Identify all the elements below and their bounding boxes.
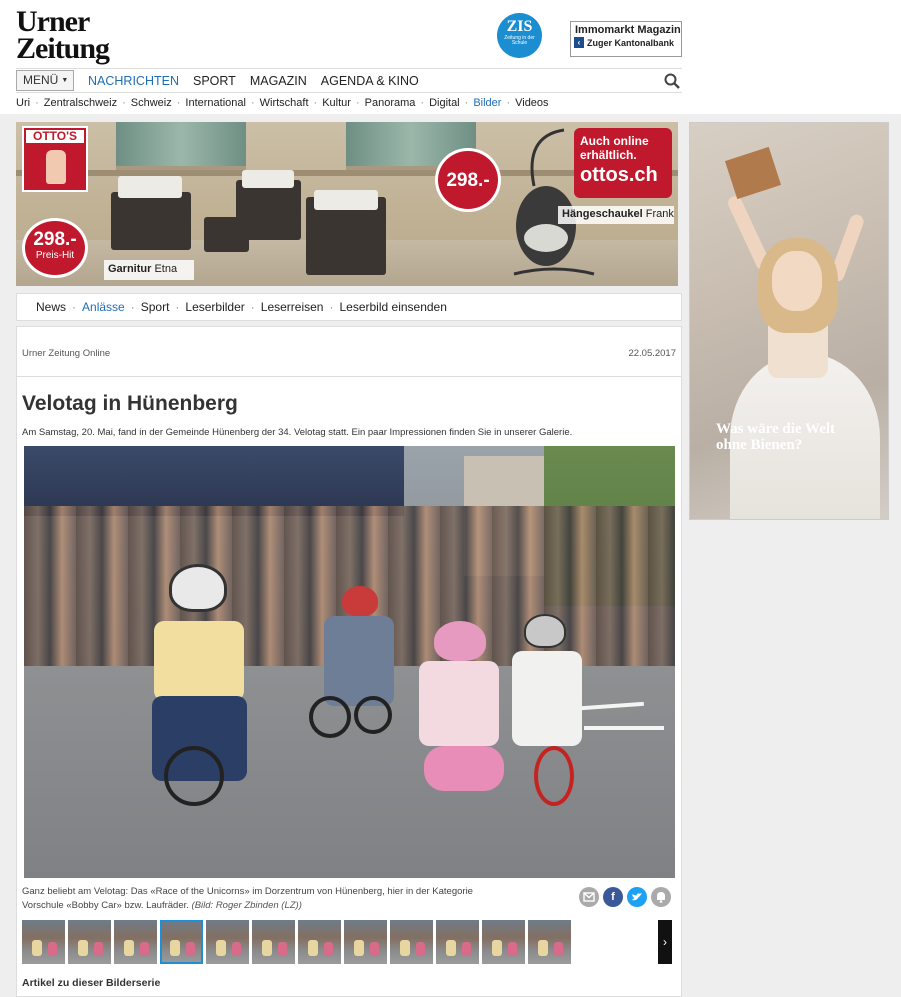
logo-line1: Urner (16, 5, 90, 38)
gallery-thumbnail[interactable] (206, 920, 249, 964)
gallery-thumbnail[interactable] (436, 920, 479, 964)
nav-item-sport[interactable]: SPORT (193, 74, 236, 88)
zis-logo[interactable]: ZIS Zeitung in der Schule (497, 13, 542, 58)
gallery-thumbnail[interactable] (298, 920, 341, 964)
immomarkt-title: Immomarkt Magazin (575, 24, 681, 36)
sidebar-ad[interactable]: Was wäre die Welt ohne Bienen? (689, 122, 889, 520)
nav-item-agenda-kino[interactable]: AGENDA & KINO (321, 74, 419, 88)
subnav-item-digital[interactable]: Digital (429, 97, 460, 113)
ottos-logo: OTTO'S (22, 126, 88, 192)
zis-subtitle: Zeitung in der Schule (504, 35, 535, 46)
facebook-icon[interactable]: f (603, 887, 623, 907)
article-date: 22.05.2017 (628, 348, 676, 359)
subnav-item-videos[interactable]: Videos (515, 97, 548, 113)
price-hit-value: 298.- (33, 229, 77, 250)
chevron-down-icon: ▼ (61, 77, 69, 84)
gallery-thumbnail[interactable] (482, 920, 525, 964)
online-url: ottos.ch (580, 164, 658, 186)
immomarkt-sponsor: ‹ Zuger Kantonalbank (571, 37, 681, 48)
article: Urner Zeitung Online 22.05.2017 Velotag … (16, 326, 682, 997)
zis-title: ZIS (506, 18, 533, 35)
bell-icon[interactable] (651, 887, 671, 907)
menu-button-label: MENÜ (23, 73, 59, 87)
product-label-haengeschaukel: Hängeschaukel Frank (558, 206, 674, 224)
subnav-item-schweiz[interactable]: Schweiz (131, 97, 172, 113)
subnav-item-uri[interactable]: Uri (16, 97, 30, 113)
online-badge[interactable]: Auch online erhältlich. ottos.ch (574, 128, 672, 198)
email-icon[interactable] (579, 887, 599, 907)
nav-item-nachrichten[interactable]: NACHRICHTEN (88, 74, 179, 88)
product-label-garnitur: Garnitur Etna (104, 260, 194, 280)
gallery-thumbnail[interactable] (252, 920, 295, 964)
site-logo[interactable]: Urner Zeitung (16, 5, 126, 66)
article-meta: Urner Zeitung Online 22.05.2017 (17, 327, 681, 377)
article-title: Velotag in Hünenberg (22, 392, 238, 415)
child-rider (154, 621, 244, 701)
gallery-thumbnail[interactable] (22, 920, 65, 964)
section-item-news[interactable]: News (36, 300, 66, 314)
price-hit-label: Preis-Hit (35, 250, 75, 261)
price-badge: 298.- (435, 148, 501, 212)
menu-button[interactable]: MENÜ ▼ (16, 70, 74, 91)
article-lead: Am Samstag, 20. Mai, fand in der Gemeind… (22, 427, 573, 438)
online-line1: Auch online (580, 134, 649, 148)
twitter-icon[interactable] (627, 887, 647, 907)
sofa-image (111, 192, 191, 250)
immomarkt-badge[interactable]: Immomarkt Magazin ‹ Zuger Kantonalbank (570, 21, 682, 57)
gallery-thumbnail[interactable] (528, 920, 571, 964)
subnav-item-zentralschweiz[interactable]: Zentralschweiz (44, 97, 117, 113)
gallery-thumbnail[interactable] (344, 920, 387, 964)
subnav-item-bilder[interactable]: Bilder (473, 97, 501, 113)
subnav-item-international[interactable]: International (185, 97, 246, 113)
online-line2: erhältlich. (580, 148, 637, 162)
main-navigation: MENÜ ▼ NACHRICHTEN SPORT MAGAZIN AGENDA &… (16, 68, 682, 93)
nav-item-magazin[interactable]: MAGAZIN (250, 74, 307, 88)
banner-ad[interactable]: OTTO'S 298.- Preis-Hit 298.- Auch online… (16, 122, 678, 286)
section-item-leserreisen[interactable]: Leserreisen (261, 300, 324, 314)
share-buttons: f (579, 887, 671, 907)
section-item-leserbild-einsenden[interactable]: Leserbild einsenden (339, 300, 446, 314)
photo-credit: (Bild: Roger Zbinden (LZ)) (191, 900, 302, 911)
section-navigation: News · Anlässe · Sport · Leserbilder · Leser… (16, 293, 682, 321)
section-item-leserbilder[interactable]: Leserbilder (185, 300, 244, 314)
zkb-logo-icon: ‹ (574, 37, 584, 48)
price-value: 298.- (446, 170, 490, 191)
gallery-thumbnail[interactable] (114, 920, 157, 964)
gallery-thumbnail[interactable] (390, 920, 433, 964)
hand-icon (46, 150, 66, 184)
photo-caption: Ganz beliebt am Velotag: Das «Race of th… (22, 886, 473, 911)
sub-navigation: Uri · Zentralschweiz · Schweiz · Internatio… (16, 97, 549, 113)
ottos-brand: OTTO'S (26, 130, 84, 143)
subnav-item-kultur[interactable]: Kultur (322, 97, 351, 113)
article-source: Urner Zeitung Online (22, 348, 111, 359)
main-gallery-photo[interactable] (24, 446, 675, 878)
subnav-item-wirtschaft[interactable]: Wirtschaft (260, 97, 309, 113)
thumbnail-strip (22, 920, 571, 964)
search-icon[interactable] (664, 73, 680, 89)
section-item-sport[interactable]: Sport (141, 300, 170, 314)
gallery-thumbnail-selected[interactable] (160, 920, 203, 964)
sidebar-ad-slogan: Was wäre die Welt ohne Bienen? (716, 421, 836, 453)
immomarkt-sponsor-label: Zuger Kantonalbank (587, 37, 675, 48)
gallery-thumbnail[interactable] (68, 920, 111, 964)
logo-line2: Zeitung (16, 32, 110, 65)
thumbnail-next-button[interactable]: › (658, 920, 672, 964)
bride-image (772, 251, 822, 311)
honeycomb-box-image (724, 146, 782, 200)
price-hit-badge: 298.- Preis-Hit (22, 218, 88, 278)
section-item-anlaesse[interactable]: Anlässe (82, 300, 125, 314)
subnav-item-panorama[interactable]: Panorama (365, 97, 416, 113)
related-articles-heading: Artikel zu dieser Bilderserie (22, 977, 161, 989)
